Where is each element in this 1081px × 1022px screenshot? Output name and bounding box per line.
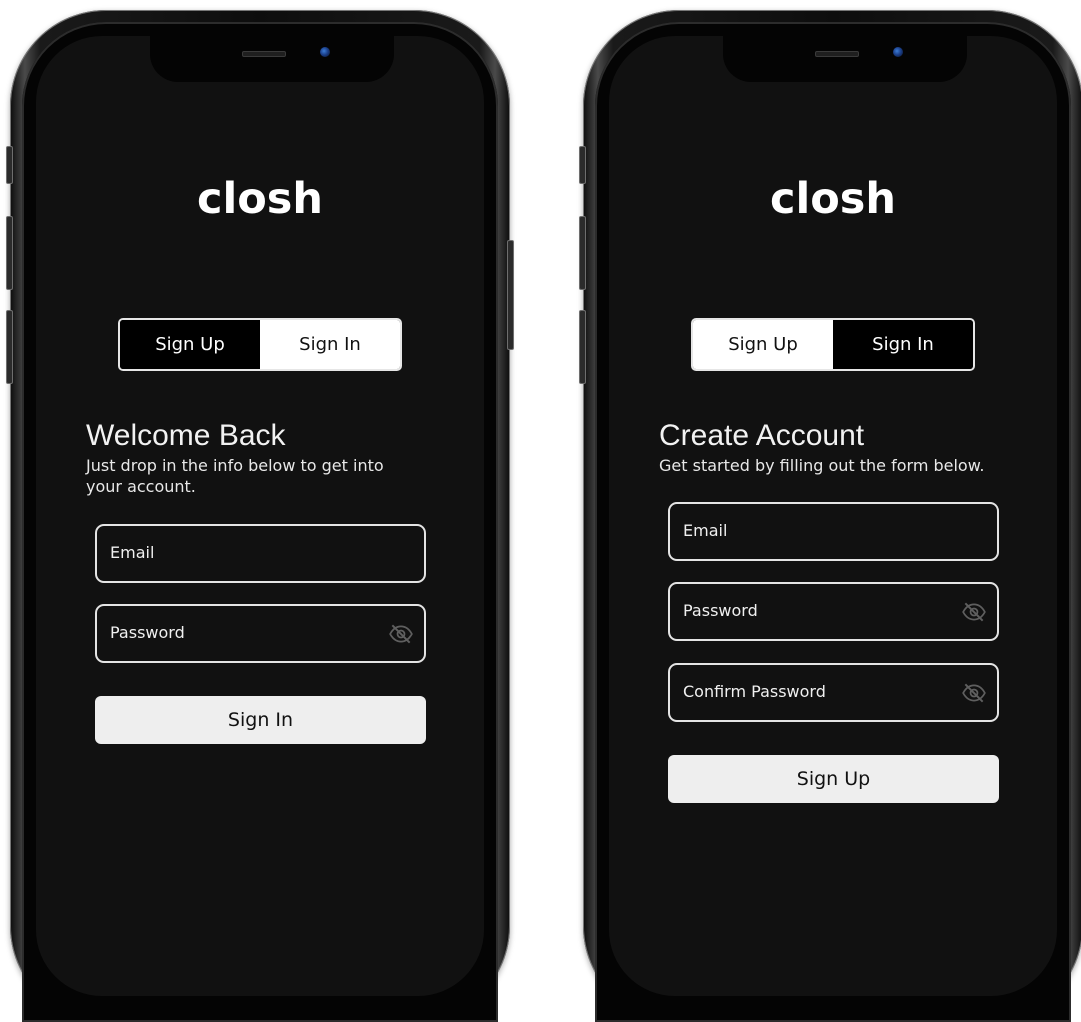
sign-in-button[interactable]: Sign In (95, 696, 426, 744)
side-button-power (507, 240, 514, 350)
eye-off-icon[interactable] (961, 680, 987, 706)
phone-frame-left: closh Sign Up Sign In Welcome Back Just … (6, 10, 514, 1022)
notch (723, 36, 967, 82)
side-button-volume-up (579, 216, 586, 290)
page-title: Welcome Back (86, 419, 286, 452)
tab-sign-up[interactable]: Sign Up (693, 320, 833, 369)
speaker-grille (815, 51, 859, 57)
password-field[interactable]: Password (668, 582, 999, 641)
email-placeholder: Email (683, 521, 728, 540)
front-camera-icon (893, 47, 903, 57)
auth-mode-toggle: Sign Up Sign In (691, 318, 975, 371)
email-field[interactable]: Email (95, 524, 426, 583)
password-placeholder: Password (110, 623, 185, 642)
tab-sign-in[interactable]: Sign In (833, 320, 973, 369)
tab-sign-in[interactable]: Sign In (260, 320, 400, 369)
screen-signin: closh Sign Up Sign In Welcome Back Just … (36, 36, 484, 996)
password-field[interactable]: Password (95, 604, 426, 663)
brand-logo: closh (770, 174, 896, 224)
email-placeholder: Email (110, 543, 155, 562)
confirm-password-field[interactable]: Confirm Password (668, 663, 999, 722)
eye-off-icon[interactable] (388, 621, 414, 647)
eye-off-icon[interactable] (961, 599, 987, 625)
auth-mode-toggle: Sign Up Sign In (118, 318, 402, 371)
screen-signup: closh Sign Up Sign In Create Account Get… (609, 36, 1057, 996)
confirm-password-placeholder: Confirm Password (683, 682, 826, 701)
brand-logo: closh (197, 174, 323, 224)
speaker-grille (242, 51, 286, 57)
sign-up-button[interactable]: Sign Up (668, 755, 999, 803)
front-camera-icon (320, 47, 330, 57)
phone-frame-right: closh Sign Up Sign In Create Account Get… (579, 10, 1081, 1022)
side-button-mute (6, 146, 13, 184)
side-button-volume-down (579, 310, 586, 384)
password-placeholder: Password (683, 601, 758, 620)
notch (150, 36, 394, 82)
page-title: Create Account (659, 419, 865, 452)
side-button-volume-down (6, 310, 13, 384)
page-subtitle: Get started by filling out the form belo… (659, 456, 985, 475)
side-button-mute (579, 146, 586, 184)
tab-sign-up[interactable]: Sign Up (120, 320, 260, 369)
page-subtitle: Just drop in the info below to get into … (86, 456, 384, 496)
side-button-volume-up (6, 216, 13, 290)
email-field[interactable]: Email (668, 502, 999, 561)
